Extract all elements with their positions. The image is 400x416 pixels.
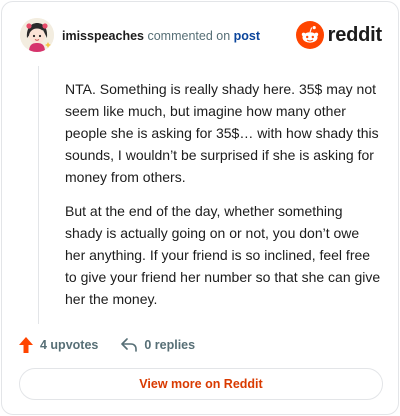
- reddit-logo-icon: [295, 21, 324, 49]
- upvote-button[interactable]: 4 upvotes: [18, 336, 98, 354]
- snoo-avatar-icon[interactable]: [20, 18, 54, 52]
- comment-meta: imisspeaches commented on post: [62, 28, 260, 44]
- replies-count: 0 replies: [144, 338, 196, 352]
- upvote-arrow-icon: [19, 337, 33, 353]
- upvotes-count: 4 upvotes: [40, 338, 99, 352]
- replies-button[interactable]: 0 replies: [120, 337, 195, 353]
- reddit-brand[interactable]: reddit: [295, 21, 383, 49]
- comment-paragraph: But at the end of the day, whether somet…: [65, 203, 381, 307]
- comment-header: imisspeaches commented on post reddit: [18, 16, 382, 56]
- comment-embed-card: imisspeaches commented on post reddit NT…: [1, 1, 399, 415]
- post-link[interactable]: post: [234, 29, 260, 43]
- comment-paragraph: NTA. Something is really shady here. 35$…: [65, 81, 379, 185]
- brand-name: reddit: [327, 23, 383, 46]
- comment-body: NTA. Something is really shady here. 35$…: [38, 66, 388, 324]
- comment-actions: 4 upvotes 0 replies: [18, 334, 195, 356]
- view-more-button[interactable]: View more on Reddit: [19, 368, 383, 400]
- username-link[interactable]: imisspeaches: [62, 29, 144, 43]
- reply-arrow-icon: [121, 338, 138, 352]
- action-text: commented on: [147, 29, 231, 43]
